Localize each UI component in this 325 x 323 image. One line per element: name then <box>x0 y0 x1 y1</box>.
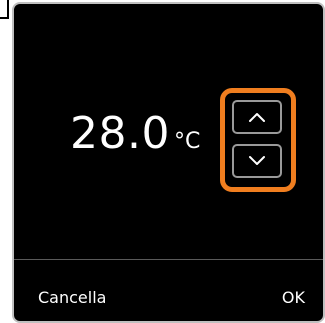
footer-divider <box>14 259 323 260</box>
chevron-down-icon <box>249 156 265 165</box>
corner-mark <box>0 0 9 19</box>
temperature-display: 28.0 °C <box>70 112 200 172</box>
ok-button[interactable]: OK <box>282 288 305 308</box>
cancel-button[interactable]: Cancella <box>38 288 106 308</box>
chevron-up-icon <box>249 113 265 122</box>
decrease-temperature-button[interactable] <box>232 144 282 178</box>
temperature-dialog: 28.0 °C Cancella OK <box>12 2 325 323</box>
page: 28.0 °C Cancella OK <box>0 0 325 323</box>
temperature-unit: °C <box>173 129 201 154</box>
temperature-value: 28.0 <box>70 108 170 159</box>
increase-temperature-button[interactable] <box>232 100 282 134</box>
